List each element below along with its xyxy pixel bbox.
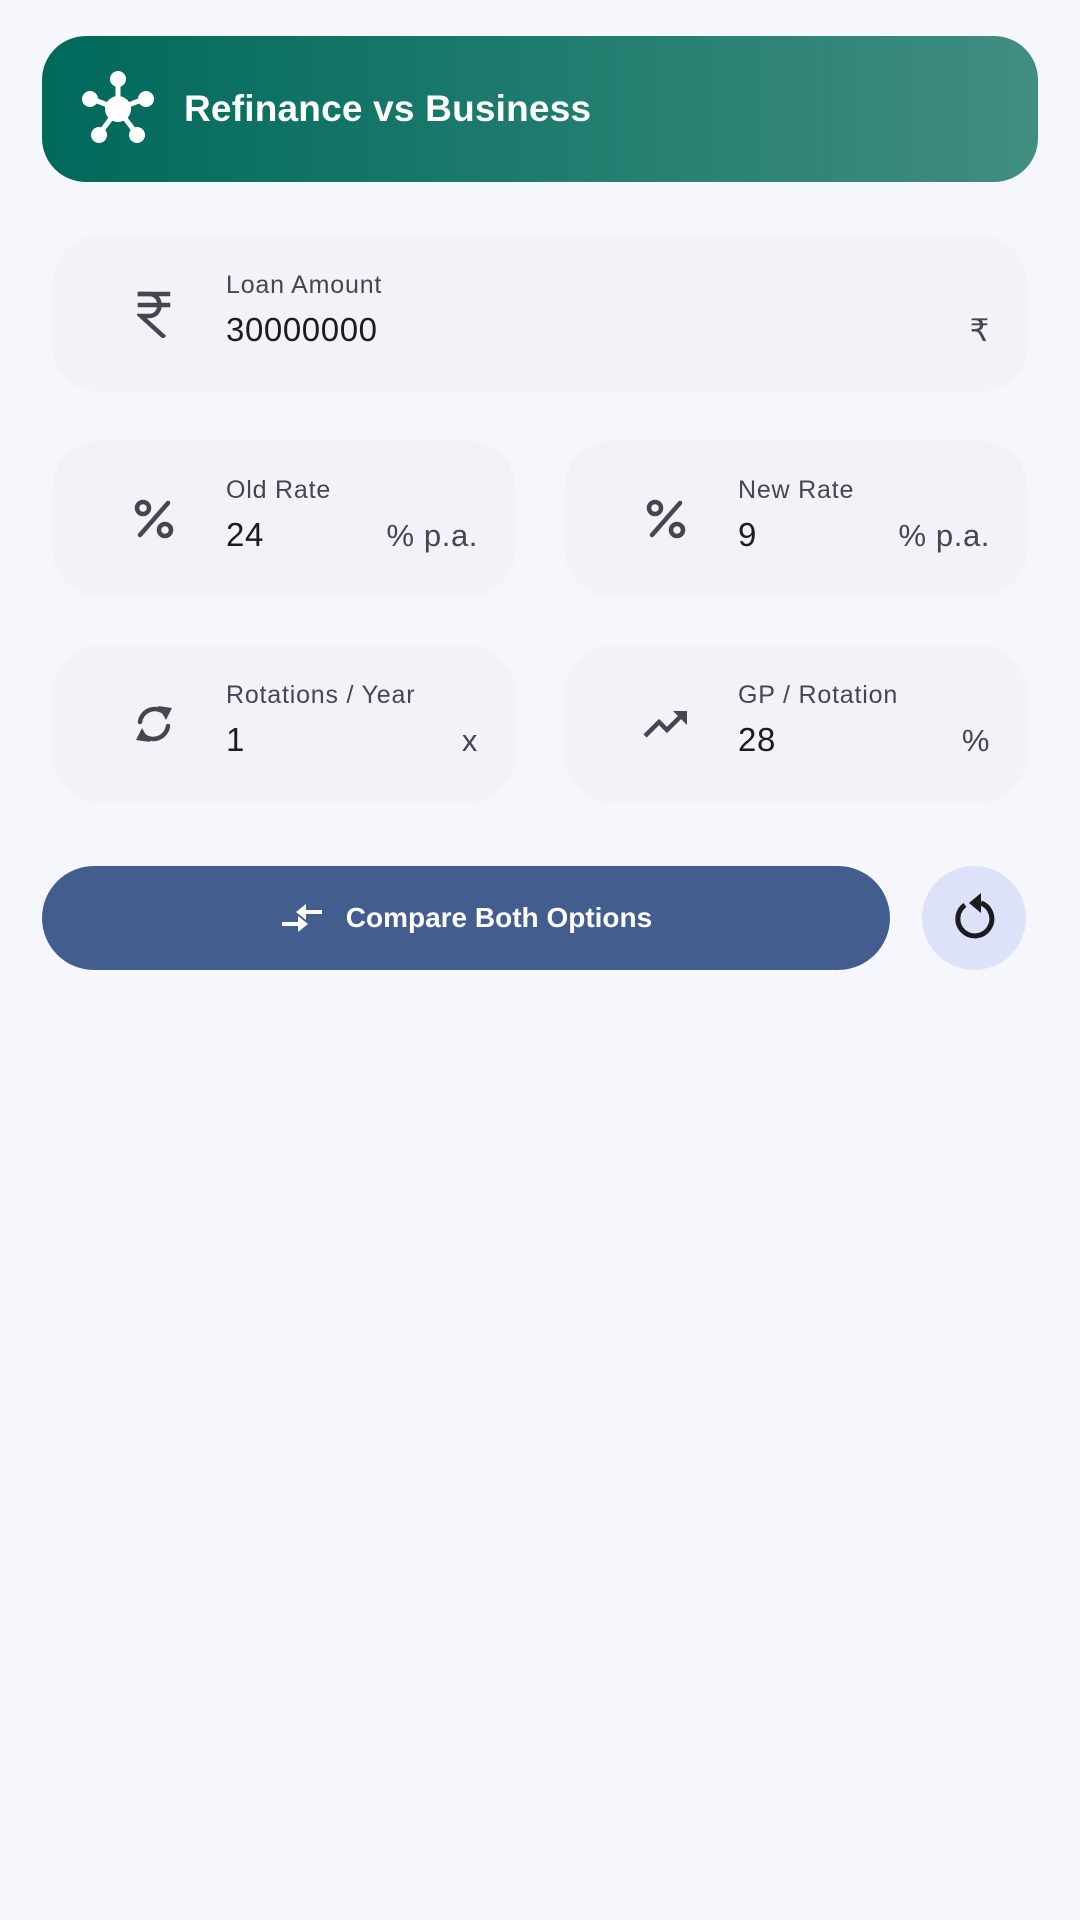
- old-rate-suffix: % p.a.: [386, 518, 478, 553]
- compare-button-label: Compare Both Options: [345, 902, 653, 933]
- new-rate-suffix: % p.a.: [898, 518, 990, 553]
- trending-up-icon: [642, 700, 690, 748]
- rupee-icon: [130, 290, 178, 338]
- app-header: Refinance vs Business: [42, 36, 1038, 182]
- loan-amount-label: Loan Amount: [226, 271, 383, 299]
- gp-per-rotation-field[interactable]: GP / Rotation %: [564, 645, 1028, 803]
- old-rate-field[interactable]: Old Rate % p.a.: [52, 440, 516, 598]
- gp-rotation-suffix: %: [961, 723, 990, 758]
- rotations-per-year-field[interactable]: Rotations / Year x: [52, 645, 516, 803]
- compare-both-options-button[interactable]: Compare Both Options: [42, 866, 890, 970]
- new-rate-field[interactable]: New Rate % p.a.: [564, 440, 1028, 598]
- reset-icon: [951, 893, 997, 943]
- page-title: Refinance vs Business: [184, 88, 592, 129]
- hub-network-icon: [78, 69, 158, 149]
- new-rate-label: New Rate: [738, 476, 855, 504]
- rotations-label: Rotations / Year: [226, 681, 416, 709]
- reset-button[interactable]: [922, 866, 1026, 970]
- gp-rotation-input[interactable]: [738, 721, 938, 759]
- loan-amount-suffix: ₹: [969, 313, 990, 348]
- rotations-suffix: x: [461, 723, 478, 758]
- percent-icon: [130, 495, 178, 543]
- loan-amount-field[interactable]: Loan Amount ₹: [52, 235, 1028, 393]
- gp-rotation-label: GP / Rotation: [738, 681, 899, 709]
- old-rate-label: Old Rate: [226, 476, 332, 504]
- loan-amount-input[interactable]: [226, 311, 426, 349]
- rotations-input[interactable]: [226, 721, 426, 759]
- percent-icon: [642, 495, 690, 543]
- sync-icon: [130, 700, 178, 748]
- compare-arrows-icon: [280, 896, 324, 940]
